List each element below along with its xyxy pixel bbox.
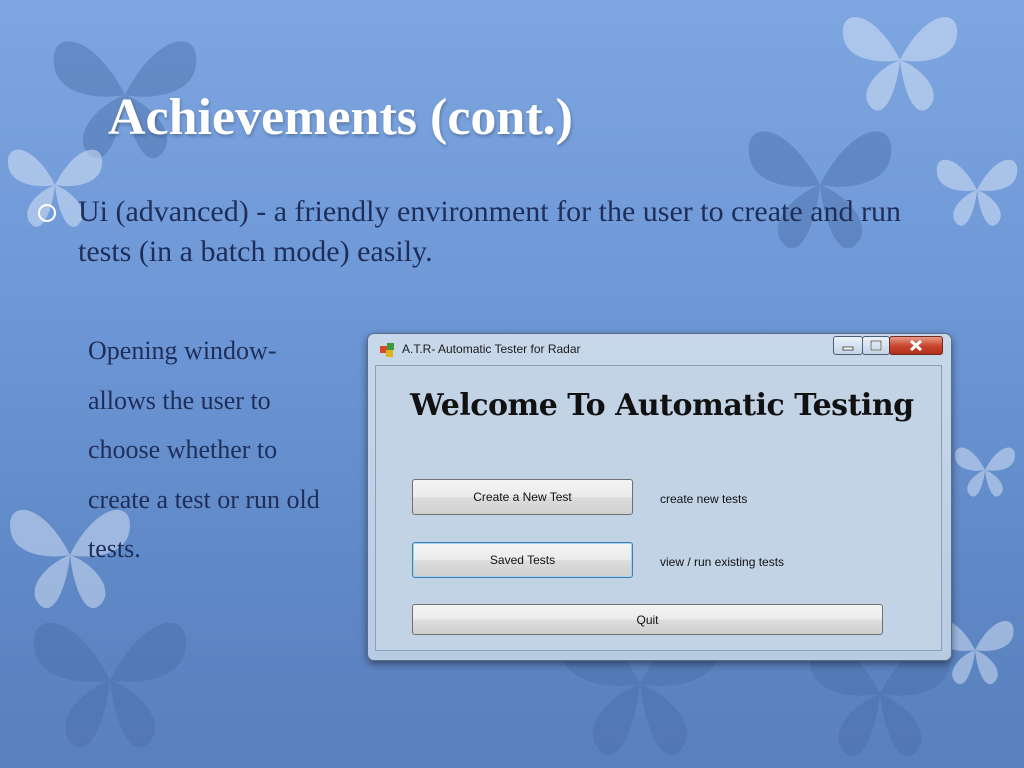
butterfly-icon bbox=[820, 0, 980, 120]
minimize-icon bbox=[842, 346, 854, 351]
butterfly-icon bbox=[10, 600, 210, 760]
bullet-item: Ui (advanced) - a friendly environment f… bbox=[38, 192, 908, 272]
window-client-area: Welcome To Automatic Testing Create a Ne… bbox=[375, 365, 942, 651]
app-window: A.T.R- Automatic Tester for Radar Welcom… bbox=[367, 333, 952, 661]
bullet-text: Ui (advanced) - a friendly environment f… bbox=[78, 195, 901, 268]
saved-tests-button[interactable]: Saved Tests bbox=[412, 542, 633, 578]
app-icon bbox=[380, 343, 394, 357]
close-icon bbox=[909, 339, 923, 352]
quit-button[interactable]: Quit bbox=[412, 604, 883, 635]
welcome-heading: Welcome To Automatic Testing bbox=[410, 388, 914, 423]
close-button[interactable] bbox=[889, 336, 943, 355]
saved-description: view / run existing tests bbox=[660, 555, 785, 569]
slide-title: Achievements (cont.) bbox=[108, 89, 573, 146]
butterfly-icon bbox=[950, 420, 1020, 520]
maximize-button[interactable] bbox=[862, 336, 890, 355]
maximize-icon bbox=[870, 340, 882, 351]
minimize-button[interactable] bbox=[833, 336, 863, 355]
create-description: create new tests bbox=[660, 492, 748, 506]
side-description: Opening window- allows the user to choos… bbox=[88, 336, 320, 563]
window-title: A.T.R- Automatic Tester for Radar bbox=[402, 342, 581, 356]
window-titlebar[interactable]: A.T.R- Automatic Tester for Radar bbox=[368, 334, 951, 364]
butterfly-icon bbox=[930, 140, 1024, 240]
bullet-circle-icon bbox=[38, 204, 56, 222]
create-new-test-button[interactable]: Create a New Test bbox=[412, 479, 633, 515]
